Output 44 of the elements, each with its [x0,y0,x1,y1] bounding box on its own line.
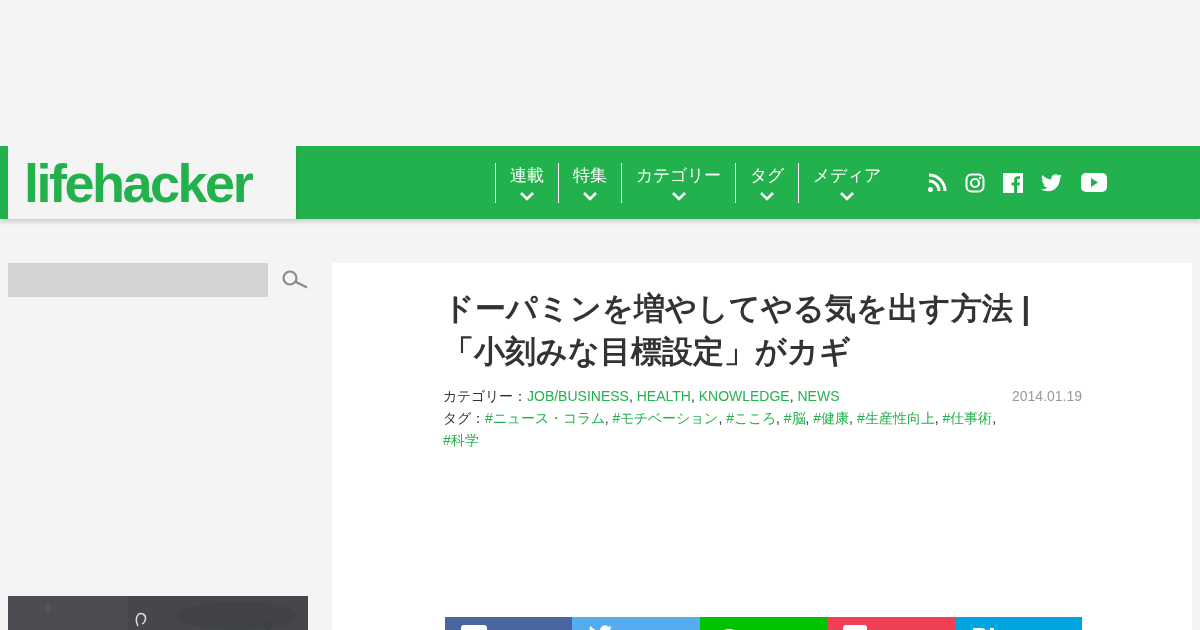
separator-text: , [992,410,997,426]
separator-text: , [934,410,940,426]
tag-link[interactable]: #科学 [443,432,479,448]
meta-label: カテゴリー： [443,388,527,404]
separator-text: , [604,410,610,426]
tag-link[interactable]: KNOWLEDGE [698,388,790,404]
nav-menu-item[interactable]: 特集 [558,162,621,203]
chevron-down-icon [519,191,535,201]
separator-text: , [789,388,795,404]
nav-menu-item[interactable]: タグ [735,162,798,203]
facebook-icon[interactable] [1003,172,1023,193]
youtube-icon[interactable] [1081,173,1107,192]
nav-menu-item[interactable]: 連載 [495,162,558,203]
chevron-down-icon [670,191,687,201]
tag-link[interactable]: #健康 [813,410,850,426]
tag-link[interactable]: NEWS [797,388,840,404]
nav-menu-item[interactable]: カテゴリー [621,162,735,203]
logo[interactable]: lifehacker [24,155,252,210]
separator-text: , [690,388,696,404]
tag-link[interactable]: #脳 [783,410,806,426]
tag-link[interactable]: HEALTH [636,388,691,404]
article-title: ドーパミンを増やしてやる気を出す方法 | 「小刻みな目標設定」がカギ [443,290,1032,371]
tag-link[interactable]: JOB/BUSINESS [527,388,629,404]
separator-text: , [849,410,854,426]
search-icon[interactable] [282,270,308,290]
tag-link[interactable]: #生産性向上 [856,410,935,426]
separator-text: , [775,410,781,426]
publish-date: 2014.01.19 [1011,387,1082,406]
nav-menu-item[interactable]: メディア [798,162,895,203]
chevron-down-icon [839,191,855,201]
twitter-icon[interactable] [1041,173,1063,192]
separator-text: , [628,388,634,404]
tag-link[interactable]: #ニュース・コラム [485,410,605,426]
chevron-down-icon [759,191,775,201]
tag-link[interactable]: #モチベーション [612,410,719,426]
chevron-down-icon [582,191,598,201]
search-field[interactable] [8,263,268,297]
separator-text: , [805,410,811,426]
tag-link[interactable]: #こころ [726,410,776,426]
rss-icon[interactable] [927,172,947,193]
tag-link[interactable]: #仕事術 [942,410,993,426]
meta-label: タグ： [443,410,485,426]
separator-text: , [718,410,724,426]
instagram-icon[interactable] [965,172,985,193]
